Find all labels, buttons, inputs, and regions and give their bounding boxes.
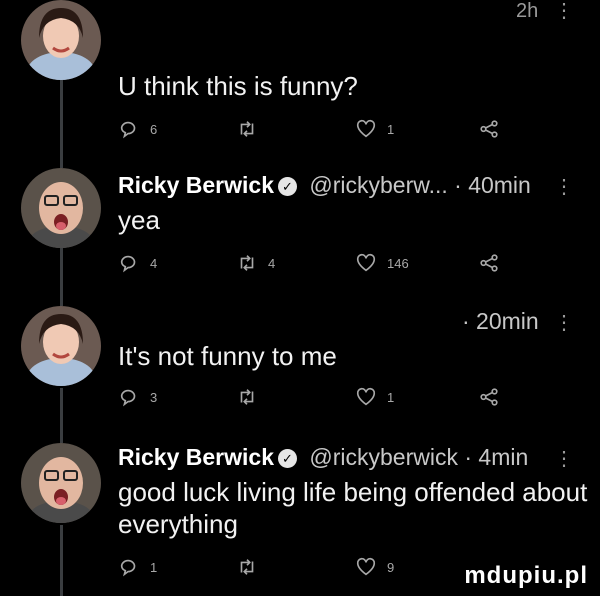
thread-line xyxy=(60,388,63,443)
thread-line xyxy=(60,246,63,306)
author-name[interactable]: Ricky Berwick xyxy=(118,444,274,470)
more-icon[interactable]: ⋮ xyxy=(554,174,574,199)
share-button[interactable] xyxy=(478,386,500,408)
avatar[interactable] xyxy=(21,443,101,523)
reply-button[interactable]: 6 xyxy=(118,118,157,140)
share-icon xyxy=(480,388,498,406)
retweet-count: 4 xyxy=(268,255,276,271)
tweet-time: · 40min xyxy=(454,172,531,198)
tweet-time: · 4min xyxy=(464,444,529,470)
verified-icon: ✓ xyxy=(277,449,297,468)
tweet-time: 2h xyxy=(516,0,539,22)
tweet-header: Ricky Berwick ✓ @rickyberw... · 40min xyxy=(118,172,531,199)
like-count: 146 xyxy=(387,255,409,271)
retweet-icon xyxy=(240,559,254,575)
tweet-actions: 6 1 xyxy=(118,118,498,142)
reply-button[interactable]: 1 xyxy=(118,556,157,578)
retweet-button[interactable]: 4 xyxy=(236,252,275,274)
tweet-header: Ricky Berwick ✓ @rickyberwick · 4min xyxy=(118,444,528,471)
more-icon[interactable]: ⋮ xyxy=(554,446,574,471)
tweet-actions: 1 9 xyxy=(118,556,498,580)
avatar[interactable] xyxy=(21,306,101,386)
author-handle[interactable]: @rickyberwick xyxy=(309,444,458,470)
reply-icon xyxy=(120,121,136,139)
more-icon[interactable]: ⋮ xyxy=(554,310,574,335)
like-button[interactable]: 1 xyxy=(355,386,394,408)
thread-line xyxy=(60,525,63,596)
like-button[interactable]: 146 xyxy=(355,252,409,274)
heart-icon xyxy=(356,119,376,138)
tweet-actions: 3 1 xyxy=(118,386,498,410)
reply-button[interactable]: 3 xyxy=(118,386,157,408)
retweet-icon xyxy=(240,255,254,271)
tweet-text: U think this is funny? xyxy=(118,71,358,101)
author-handle[interactable]: @rickyberw... xyxy=(309,172,447,198)
more-icon[interactable]: ⋮ xyxy=(554,0,574,23)
reply-icon xyxy=(120,559,136,577)
tweet-time: · 20min xyxy=(462,308,539,334)
heart-icon xyxy=(356,253,376,272)
tweet-text: yea xyxy=(118,205,160,235)
reply-button[interactable]: 4 xyxy=(118,252,157,274)
retweet-icon xyxy=(240,389,254,405)
reply-count: 6 xyxy=(150,121,158,137)
share-button[interactable] xyxy=(478,118,500,140)
reply-icon xyxy=(120,389,136,407)
like-button[interactable]: 9 xyxy=(355,556,394,578)
avatar[interactable] xyxy=(21,168,101,248)
retweet-button[interactable] xyxy=(236,556,268,578)
verified-icon: ✓ xyxy=(277,177,297,196)
retweet-button[interactable] xyxy=(236,386,268,408)
like-button[interactable]: 1 xyxy=(355,118,394,140)
tweet-text: good luck living life being offended abo… xyxy=(118,477,588,539)
reply-count: 1 xyxy=(150,559,158,575)
watermark: mdupiu.pl xyxy=(464,562,588,589)
retweet-button[interactable] xyxy=(236,118,268,140)
reply-count: 3 xyxy=(150,389,158,405)
thread-line xyxy=(60,78,63,168)
share-icon xyxy=(480,254,498,272)
like-count: 9 xyxy=(387,559,395,575)
like-count: 1 xyxy=(387,121,395,137)
author-name[interactable]: Ricky Berwick xyxy=(118,172,274,198)
like-count: 1 xyxy=(387,389,395,405)
heart-icon xyxy=(356,557,376,576)
tweet-text: It's not funny to me xyxy=(118,341,337,371)
share-button[interactable] xyxy=(478,252,500,274)
reply-icon xyxy=(120,255,136,273)
retweet-icon xyxy=(240,121,254,137)
heart-icon xyxy=(356,387,376,406)
reply-count: 4 xyxy=(150,255,158,271)
tweet-actions: 4 4 146 xyxy=(118,252,498,276)
share-icon xyxy=(480,120,498,138)
avatar[interactable] xyxy=(21,0,101,80)
